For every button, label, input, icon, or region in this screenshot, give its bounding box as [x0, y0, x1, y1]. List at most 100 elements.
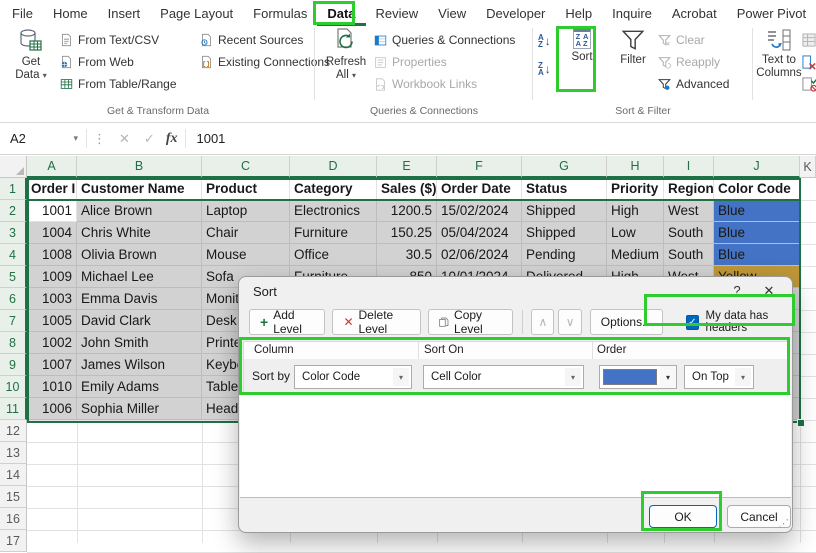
row-header-8[interactable]: 8	[0, 332, 27, 354]
cell-row4-colj[interactable]: Blue	[714, 244, 800, 266]
remove-duplicates-button[interactable]	[802, 51, 816, 73]
cell-row4-colh[interactable]: Medium	[607, 244, 664, 266]
from-table-range-button[interactable]: From Table/Range	[60, 73, 177, 95]
formula-input[interactable]: 1001	[196, 131, 225, 146]
reapply-filter-button[interactable]: Reapply	[658, 51, 729, 73]
header-cell[interactable]: Region	[664, 178, 714, 200]
confirm-entry-icon[interactable]: ✓	[137, 131, 162, 147]
tab-page-layout[interactable]: Page Layout	[150, 1, 243, 26]
cell-row8-cola[interactable]: 1002	[27, 332, 77, 354]
tab-developer[interactable]: Developer	[476, 1, 555, 26]
cell-row2-colf[interactable]: 15/02/2024	[437, 200, 522, 222]
cell-row4-coli[interactable]: South	[664, 244, 714, 266]
options-button[interactable]: Options...	[589, 309, 664, 335]
ok-button[interactable]: OK	[649, 505, 717, 528]
color-swatch-arrow[interactable]: ▾	[660, 365, 677, 389]
cell-row2-colc[interactable]: Laptop	[202, 200, 290, 222]
row-header-5[interactable]: 5	[0, 266, 27, 288]
header-cell[interactable]: Priority	[607, 178, 664, 200]
data-validation-button[interactable]	[802, 73, 816, 95]
text-to-columns-button[interactable]: Text to Columns	[756, 28, 802, 80]
column-header-b[interactable]: B	[77, 156, 202, 178]
row-header-2[interactable]: 2	[0, 200, 27, 222]
header-cell[interactable]: Order Date	[437, 178, 522, 200]
row-header-3[interactable]: 3	[0, 222, 27, 244]
properties-button[interactable]: Properties	[374, 51, 515, 73]
column-header-k[interactable]: K	[800, 156, 816, 178]
tab-insert[interactable]: Insert	[98, 1, 151, 26]
row-header-12[interactable]: 12	[0, 420, 27, 442]
column-header-h[interactable]: H	[607, 156, 664, 178]
dialog-close-icon[interactable]: ✕	[758, 283, 780, 299]
move-level-up-button[interactable]: ∧	[531, 309, 555, 335]
cell-row11-colb[interactable]: Sophia Miller	[77, 398, 202, 420]
my-data-has-headers-checkbox[interactable]: ✓ My data has headers	[686, 310, 792, 334]
cell-row3-cola[interactable]: 1004	[27, 222, 77, 244]
delete-level-button[interactable]: ✕ Delete Level	[332, 308, 422, 336]
cell-row3-cole[interactable]: 150.25	[377, 222, 437, 244]
tab-inquire[interactable]: Inquire	[602, 1, 662, 26]
header-cell[interactable]: Order ID	[27, 178, 77, 200]
row-header-10[interactable]: 10	[0, 376, 27, 398]
color-swatch-dropdown[interactable]	[599, 365, 661, 389]
header-cell[interactable]: Status	[522, 178, 607, 200]
cell-row6-cola[interactable]: 1003	[27, 288, 77, 310]
cell-row3-colg[interactable]: Shipped	[522, 222, 607, 244]
select-all-corner[interactable]	[0, 156, 27, 178]
cell-row2-colg[interactable]: Shipped	[522, 200, 607, 222]
tab-home[interactable]: Home	[43, 1, 98, 26]
column-header-e[interactable]: E	[377, 156, 437, 178]
column-header-c[interactable]: C	[202, 156, 290, 178]
column-header-g[interactable]: G	[522, 156, 607, 178]
cell-row4-colb[interactable]: Olivia Brown	[77, 244, 202, 266]
column-dropdown[interactable]: Color Code ▾	[294, 365, 412, 389]
cell-row3-colh[interactable]: Low	[607, 222, 664, 244]
column-header-i[interactable]: I	[664, 156, 714, 178]
get-data-button[interactable]: Get Data ▾	[8, 28, 54, 82]
cell-row3-coli[interactable]: South	[664, 222, 714, 244]
header-cell[interactable]: Product	[202, 178, 290, 200]
row-header-7[interactable]: 7	[0, 310, 27, 332]
clear-filter-button[interactable]: Clear	[658, 29, 729, 51]
tab-acrobat[interactable]: Acrobat	[662, 1, 727, 26]
cell-row5-cola[interactable]: 1009	[27, 266, 77, 288]
row-header-13[interactable]: 13	[0, 442, 27, 464]
order-dropdown[interactable]: On Top ▾	[684, 365, 754, 389]
existing-connections-button[interactable]: Existing Connections	[200, 51, 330, 73]
column-header-j[interactable]: J	[714, 156, 800, 178]
cell-row2-cole[interactable]: 1200.5	[377, 200, 437, 222]
cell-row2-cold[interactable]: Electronics	[290, 200, 377, 222]
tab-formulas[interactable]: Formulas	[243, 1, 317, 26]
workbook-links-button[interactable]: Workbook Links	[374, 73, 515, 95]
tab-file[interactable]: File	[2, 1, 43, 26]
header-cell[interactable]: Category	[290, 178, 377, 200]
dialog-help-icon[interactable]: ?	[726, 283, 748, 298]
filter-button[interactable]: Filter	[612, 28, 654, 67]
cell-row5-colb[interactable]: Michael Lee	[77, 266, 202, 288]
tab-help[interactable]: Help	[555, 1, 602, 26]
sort-za-button[interactable]: Z A ↓	[538, 57, 551, 81]
row-header-1[interactable]: 1	[0, 178, 27, 200]
cell-row4-colg[interactable]: Pending	[522, 244, 607, 266]
cell-row2-colh[interactable]: High	[607, 200, 664, 222]
sort-button[interactable]: ZA AZ Sort	[564, 28, 600, 64]
flash-fill-button[interactable]	[802, 29, 816, 51]
from-text-csv-button[interactable]: From Text/CSV	[60, 29, 177, 51]
cell-row6-colb[interactable]: Emma Davis	[77, 288, 202, 310]
name-box[interactable]: A2 ▾	[0, 123, 86, 154]
row-header-4[interactable]: 4	[0, 244, 27, 266]
cell-row4-colc[interactable]: Mouse	[202, 244, 290, 266]
header-cell[interactable]: Color Code	[714, 178, 800, 200]
cell-row4-cold[interactable]: Office	[290, 244, 377, 266]
cell-row3-colf[interactable]: 05/04/2024	[437, 222, 522, 244]
tab-power-pivot[interactable]: Power Pivot	[727, 1, 816, 26]
header-cell[interactable]: Sales ($)	[377, 178, 437, 200]
cell-row2-colb[interactable]: Alice Brown	[77, 200, 202, 222]
cell-row4-cole[interactable]: 30.5	[377, 244, 437, 266]
cell-row3-colc[interactable]: Chair	[202, 222, 290, 244]
sort-az-button[interactable]: A Z ↓	[538, 29, 551, 53]
cell-row4-cola[interactable]: 1008	[27, 244, 77, 266]
cell-row3-colb[interactable]: Chris White	[77, 222, 202, 244]
add-level-button[interactable]: + Add Level	[249, 308, 326, 336]
row-header-17[interactable]: 17	[0, 530, 27, 552]
